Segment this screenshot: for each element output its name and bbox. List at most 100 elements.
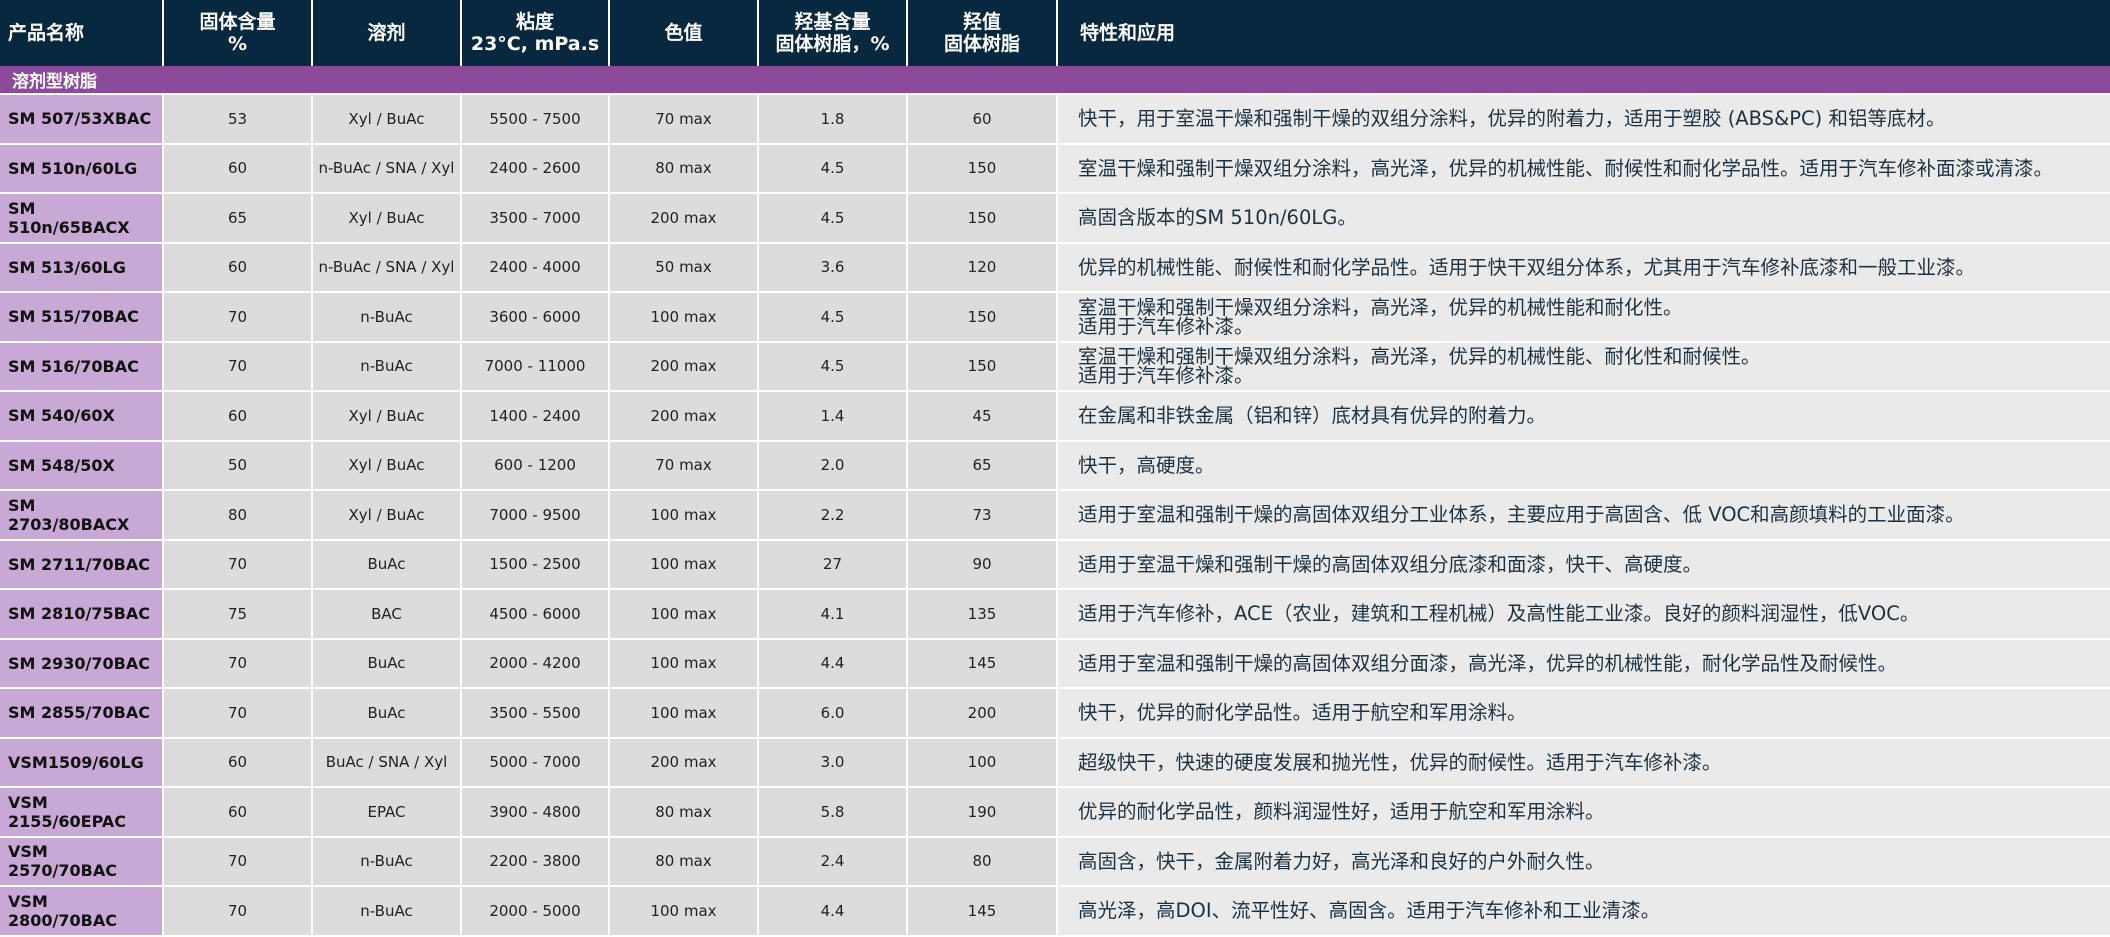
product-name-cell: SM 2930/70BAC	[0, 639, 164, 689]
solid-content-cell: 60	[164, 243, 313, 293]
color-value-cell: 200 max	[610, 342, 759, 392]
solvent-cell: BuAc	[313, 689, 462, 739]
hydroxyl-content-cell: 4.5	[759, 144, 908, 194]
solid-content-cell: 60	[164, 738, 313, 788]
table-row: SM 2930/70BAC 70 BuAc 2000 - 4200 100 ma…	[0, 639, 2110, 689]
table-row: SM 515/70BAC 70 n-BuAc 3600 - 6000 100 m…	[0, 293, 2110, 343]
hydroxyl-value-cell: 60	[908, 95, 1058, 145]
product-name-cell: SM 2810/75BAC	[0, 590, 164, 640]
hydroxyl-value-cell: 120	[908, 243, 1058, 293]
solid-content-cell: 70	[164, 689, 313, 739]
color-value-cell: 50 max	[610, 243, 759, 293]
hydroxyl-content-cell: 3.6	[759, 243, 908, 293]
solvent-cell: BuAc	[313, 540, 462, 590]
product-name-cell: SM 540/60X	[0, 392, 164, 442]
hydroxyl-content-cell: 1.8	[759, 95, 908, 145]
solvent-cell: Xyl / BuAc	[313, 491, 462, 541]
hydroxyl-content-cell: 27	[759, 540, 908, 590]
viscosity-cell: 3500 - 7000	[462, 194, 610, 244]
table-row: VSM 2570/70BAC 70 n-BuAc 2200 - 3800 80 …	[0, 837, 2110, 887]
hydroxyl-value-cell: 150	[908, 293, 1058, 343]
product-name-cell: SM 507/53XBAC	[0, 95, 164, 145]
color-value-cell: 100 max	[610, 887, 759, 937]
viscosity-cell: 3900 - 4800	[462, 788, 610, 838]
solvent-cell: n-BuAc	[313, 887, 462, 937]
application-cell: 高固含，快干，金属附着力好，高光泽和良好的户外耐久性。	[1058, 837, 2110, 887]
solvent-cell: n-BuAc	[313, 837, 462, 887]
product-name-cell: SM 513/60LG	[0, 243, 164, 293]
product-name-cell: SM 2855/70BAC	[0, 689, 164, 739]
color-value-cell: 200 max	[610, 392, 759, 442]
resin-product-table: 产品名称 固体含量 % 溶剂 粘度 23°C, mPa.s 色值 羟基含量 固体…	[0, 0, 2110, 937]
color-value-cell: 100 max	[610, 540, 759, 590]
application-cell: 在金属和非铁金属（铝和锌）底材具有优异的附着力。	[1058, 392, 2110, 442]
application-cell: 快干，用于室温干燥和强制干燥的双组分涂料，优异的附着力，适用于塑胶 (ABS&P…	[1058, 95, 2110, 145]
product-name-cell: SM 516/70BAC	[0, 342, 164, 392]
solid-content-cell: 70	[164, 837, 313, 887]
viscosity-cell: 2000 - 5000	[462, 887, 610, 937]
solid-content-cell: 60	[164, 788, 313, 838]
hydroxyl-value-cell: 65	[908, 441, 1058, 491]
solid-content-cell: 80	[164, 491, 313, 541]
solvent-cell: n-BuAc / SNA / Xyl	[313, 243, 462, 293]
solid-content-cell: 70	[164, 540, 313, 590]
table-row: SM 2711/70BAC 70 BuAc 1500 - 2500 100 ma…	[0, 540, 2110, 590]
hydroxyl-value-cell: 200	[908, 689, 1058, 739]
solvent-cell: EPAC	[313, 788, 462, 838]
product-name-cell: SM 510n/65BACX	[0, 194, 164, 244]
hydroxyl-value-cell: 90	[908, 540, 1058, 590]
product-name-cell: SM 515/70BAC	[0, 293, 164, 343]
viscosity-cell: 3600 - 6000	[462, 293, 610, 343]
solid-content-cell: 65	[164, 194, 313, 244]
hydroxyl-value-cell: 80	[908, 837, 1058, 887]
hydroxyl-value-cell: 145	[908, 639, 1058, 689]
header-hydroxyl-content: 羟基含量 固体树脂，%	[759, 0, 908, 66]
application-cell: 室温干燥和强制干燥双组分涂料，高光泽，优异的机械性能和耐化性。 适用于汽车修补漆…	[1058, 293, 2110, 343]
color-value-cell: 70 max	[610, 95, 759, 145]
application-cell: 室温干燥和强制干燥双组分涂料，高光泽，优异的机械性能、耐候性和耐化学品性。适用于…	[1058, 144, 2110, 194]
solid-content-cell: 70	[164, 887, 313, 937]
hydroxyl-content-cell: 4.5	[759, 342, 908, 392]
table-row: VSM 2800/70BAC 70 n-BuAc 2000 - 5000 100…	[0, 887, 2110, 937]
hydroxyl-value-cell: 73	[908, 491, 1058, 541]
hydroxyl-content-cell: 3.0	[759, 738, 908, 788]
hydroxyl-content-cell: 6.0	[759, 689, 908, 739]
viscosity-cell: 1500 - 2500	[462, 540, 610, 590]
table-row: VSM1509/60LG 60 BuAc / SNA / Xyl 5000 - …	[0, 738, 2110, 788]
hydroxyl-content-cell: 4.5	[759, 194, 908, 244]
color-value-cell: 100 max	[610, 590, 759, 640]
viscosity-cell: 7000 - 11000	[462, 342, 610, 392]
viscosity-cell: 5000 - 7000	[462, 738, 610, 788]
solid-content-cell: 70	[164, 342, 313, 392]
application-cell: 优异的耐化学品性，颜料润湿性好，适用于航空和军用涂料。	[1058, 788, 2110, 838]
application-cell: 快干，优异的耐化学品性。适用于航空和军用涂料。	[1058, 689, 2110, 739]
color-value-cell: 100 max	[610, 491, 759, 541]
solid-content-cell: 70	[164, 639, 313, 689]
application-cell: 室温干燥和强制干燥双组分涂料，高光泽，优异的机械性能、耐化性和耐候性。 适用于汽…	[1058, 342, 2110, 392]
solid-content-cell: 60	[164, 392, 313, 442]
application-cell: 适用于室温干燥和强制干燥的高固体双组分底漆和面漆，快干、高硬度。	[1058, 540, 2110, 590]
viscosity-cell: 3500 - 5500	[462, 689, 610, 739]
hydroxyl-value-cell: 145	[908, 887, 1058, 937]
table-row: SM 516/70BAC 70 n-BuAc 7000 - 11000 200 …	[0, 342, 2110, 392]
table-row: SM 548/50X 50 Xyl / BuAc 600 - 1200 70 m…	[0, 441, 2110, 491]
solvent-cell: Xyl / BuAc	[313, 95, 462, 145]
table-row: SM 510n/65BACX 65 Xyl / BuAc 3500 - 7000…	[0, 194, 2110, 244]
hydroxyl-content-cell: 4.4	[759, 887, 908, 937]
viscosity-cell: 7000 - 9500	[462, 491, 610, 541]
hydroxyl-content-cell: 2.4	[759, 837, 908, 887]
viscosity-cell: 2400 - 4000	[462, 243, 610, 293]
solvent-cell: Xyl / BuAc	[313, 194, 462, 244]
hydroxyl-content-cell: 2.0	[759, 441, 908, 491]
solvent-cell: BAC	[313, 590, 462, 640]
hydroxyl-content-cell: 4.5	[759, 293, 908, 343]
table-row: SM 510n/60LG 60 n-BuAc / SNA / Xyl 2400 …	[0, 144, 2110, 194]
header-properties: 特性和应用	[1058, 0, 2110, 66]
hydroxyl-value-cell: 150	[908, 144, 1058, 194]
table-row: SM 2810/75BAC 75 BAC 4500 - 6000 100 max…	[0, 590, 2110, 640]
solid-content-cell: 60	[164, 144, 313, 194]
hydroxyl-value-cell: 150	[908, 194, 1058, 244]
application-cell: 适用于室温和强制干燥的高固体双组分面漆，高光泽，优异的机械性能，耐化学品性及耐候…	[1058, 639, 2110, 689]
application-cell: 高固含版本的SM 510n/60LG。	[1058, 194, 2110, 244]
color-value-cell: 80 max	[610, 837, 759, 887]
